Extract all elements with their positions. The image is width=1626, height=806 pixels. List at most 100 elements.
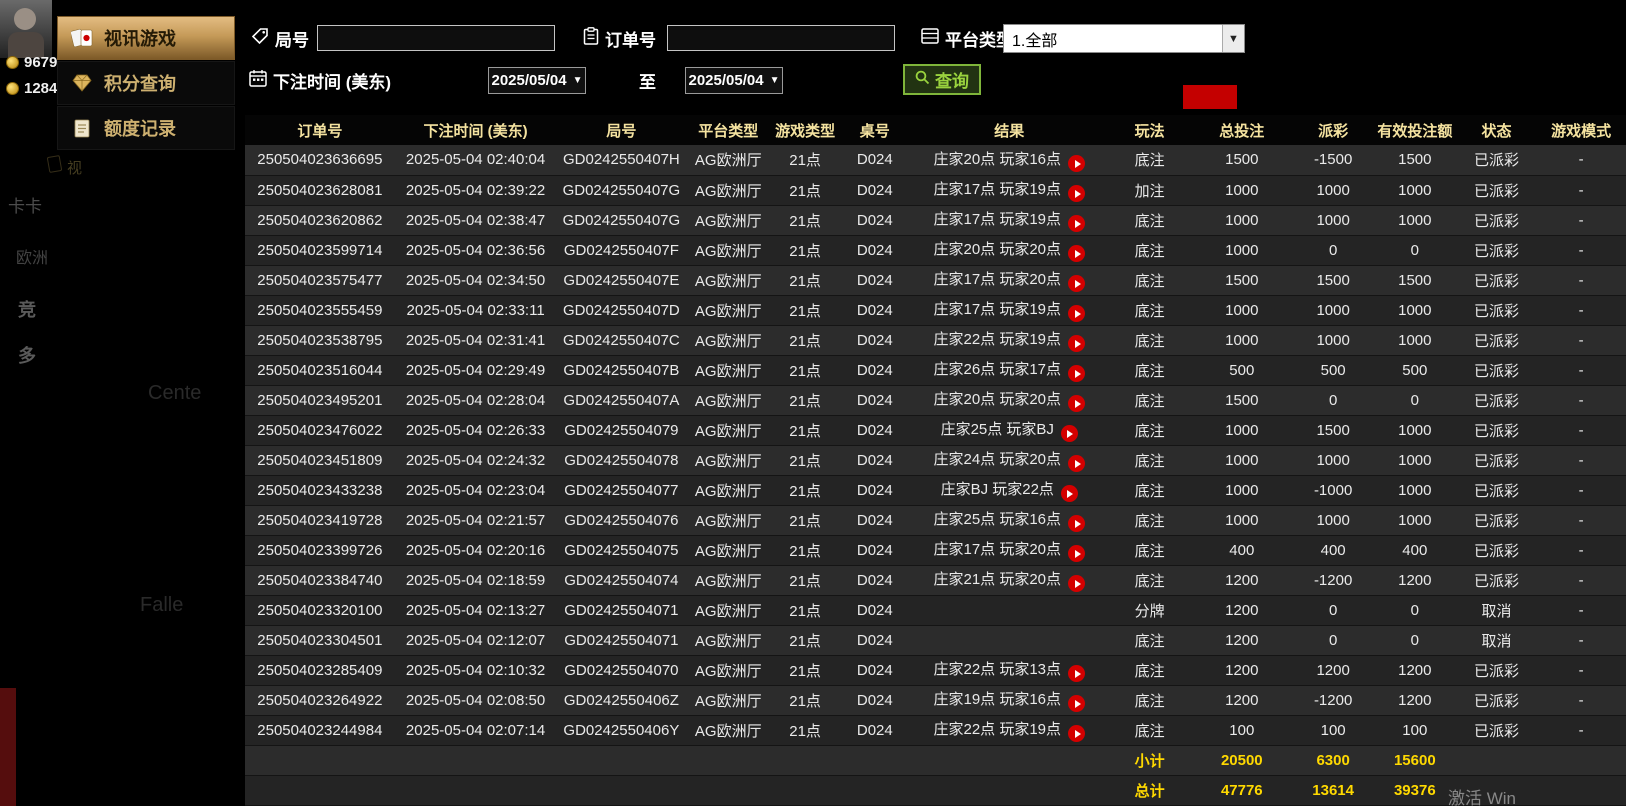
cell-bet-time: 2025-05-04 02:12:07 xyxy=(405,631,546,649)
cell-bet-time: 2025-05-04 02:26:33 xyxy=(405,421,546,439)
cell-order-no: 250504023304501 xyxy=(257,631,383,649)
cell-platform: AG欧洲厅 xyxy=(694,212,762,230)
result-text: 庄家26点 玩家17点 xyxy=(933,360,1062,378)
result-text: 庄家20点 玩家16点 xyxy=(933,150,1062,168)
date-from-picker[interactable]: 2025/05/04 ▼ xyxy=(488,67,586,94)
play-icon[interactable] xyxy=(1068,665,1086,683)
date-to-value: 2025/05/04 xyxy=(688,72,764,89)
play-icon[interactable] xyxy=(1068,245,1086,263)
cell-bet-time: 2025-05-04 02:28:04 xyxy=(405,391,546,409)
cell-total-bet: 1000 xyxy=(1225,301,1259,319)
cell-result: 庄家25点 玩家16点 xyxy=(910,505,1109,535)
play-icon[interactable] xyxy=(1068,545,1086,563)
cell-total-bet: 1000 xyxy=(1225,331,1259,349)
result-text: 庄家20点 玩家20点 xyxy=(933,240,1062,258)
cell-game-type: 21点 xyxy=(789,302,821,320)
cell-result: 庄家19点 玩家16点 xyxy=(910,685,1109,715)
cell-result: 庄家20点 玩家20点 xyxy=(910,235,1109,265)
play-icon[interactable] xyxy=(1068,365,1086,383)
play-icon[interactable] xyxy=(1068,395,1086,413)
cell-platform: AG欧洲厅 xyxy=(694,482,762,500)
cell-round-no: GD02425504071 xyxy=(564,631,679,649)
result-text: 庄家BJ 玩家22点 xyxy=(940,480,1054,498)
search-button[interactable]: 查询 xyxy=(903,64,981,95)
cell-round-no: GD02425504071 xyxy=(564,601,679,619)
cell-game-mode: - xyxy=(1578,571,1584,589)
cell-game-mode: - xyxy=(1578,181,1584,199)
play-icon[interactable] xyxy=(1060,425,1078,443)
cell-table-no: D024 xyxy=(856,331,893,349)
play-icon[interactable] xyxy=(1068,185,1086,203)
sidebar: 9679 1284 卡卡 欧洲 竞 多 视 Cente Falle 视讯游戏 积… xyxy=(0,0,235,806)
result-text: 庄家25点 玩家16点 xyxy=(933,510,1062,528)
cell-play-type: 底注 xyxy=(1134,512,1165,530)
avatar[interactable] xyxy=(0,0,52,58)
cell-round-no: GD02425504070 xyxy=(564,661,679,679)
cell-table-no: D024 xyxy=(856,481,893,499)
play-icon[interactable] xyxy=(1068,335,1086,353)
cell-round-no: GD0242550407G xyxy=(562,211,681,229)
cell-round-no: GD02425504074 xyxy=(564,571,679,589)
cell-game-mode: - xyxy=(1578,511,1584,529)
play-icon[interactable] xyxy=(1068,575,1086,593)
result-text: 庄家20点 玩家20点 xyxy=(933,390,1062,408)
cards-icon xyxy=(70,28,94,48)
cell-payout: 400 xyxy=(1320,541,1346,559)
play-icon[interactable] xyxy=(1060,485,1078,503)
cell-valid-bet: 1200 xyxy=(1398,691,1432,709)
cell-game-type: 21点 xyxy=(789,512,821,530)
red-indicator[interactable] xyxy=(1183,85,1237,109)
date-from-value: 2025/05/04 xyxy=(491,72,567,89)
search-button-label: 查询 xyxy=(935,72,969,91)
cell-status: 已派彩 xyxy=(1474,692,1520,710)
play-icon[interactable] xyxy=(1068,695,1086,713)
play-icon[interactable] xyxy=(1068,305,1086,323)
cell-payout: -1200 xyxy=(1313,571,1353,589)
play-icon[interactable] xyxy=(1068,515,1086,533)
cell-payout: 0 xyxy=(1328,391,1338,409)
platform-select[interactable]: 1.全部 ▼ xyxy=(1003,24,1245,53)
cell-platform: AG欧洲厅 xyxy=(694,632,762,650)
cell-valid-bet: 1000 xyxy=(1398,481,1432,499)
sidebar-item-points-query[interactable]: 积分查询 xyxy=(57,61,235,105)
cell-payout: 0 xyxy=(1328,241,1338,259)
cell-result: 庄家24点 玩家20点 xyxy=(910,445,1109,475)
cell-table-no: D024 xyxy=(856,541,893,559)
sidebar-item-quota-records[interactable]: 额度记录 xyxy=(57,106,235,150)
cell-order-no: 250504023620862 xyxy=(257,211,383,229)
cell-result xyxy=(910,625,1109,655)
cell-status: 已派彩 xyxy=(1474,722,1520,740)
cell-round-no: GD0242550407E xyxy=(563,271,680,289)
cell-game-mode: - xyxy=(1578,211,1584,229)
cell-game-mode: - xyxy=(1578,421,1584,439)
coin-icon xyxy=(6,56,19,69)
cell-result: 庄家25点 玩家BJ xyxy=(910,415,1109,445)
play-icon[interactable] xyxy=(1068,155,1086,172)
cell-platform: AG欧洲厅 xyxy=(694,242,762,260)
round-no-input[interactable] xyxy=(317,25,555,51)
subtotal-payout: 6300 xyxy=(1316,751,1350,769)
activate-watermark: 激活 Win xyxy=(1448,789,1516,806)
cell-result: 庄家BJ 玩家22点 xyxy=(910,475,1109,505)
cell-game-type: 21点 xyxy=(789,482,821,500)
play-icon[interactable] xyxy=(1068,725,1086,743)
cell-round-no: GD0242550406Z xyxy=(563,691,679,709)
cell-status: 已派彩 xyxy=(1474,452,1520,470)
balance-silver: 1284 xyxy=(6,80,57,97)
total-total-bet: 47776 xyxy=(1220,781,1263,799)
cell-status: 已派彩 xyxy=(1474,242,1520,260)
order-no-label: 订单号 xyxy=(605,31,656,50)
play-icon[interactable] xyxy=(1068,455,1086,473)
play-icon[interactable] xyxy=(1068,215,1086,233)
order-no-input[interactable] xyxy=(667,25,895,51)
sidebar-item-label: 额度记录 xyxy=(104,119,176,139)
date-to-picker[interactable]: 2025/05/04 ▼ xyxy=(685,67,783,94)
sidebar-item-video-games[interactable]: 视讯游戏 xyxy=(57,16,235,60)
cell-result: 庄家17点 玩家20点 xyxy=(910,535,1109,565)
play-icon[interactable] xyxy=(1068,275,1086,293)
cell-total-bet: 1000 xyxy=(1225,511,1259,529)
col-play-type: 玩法 xyxy=(1108,115,1191,145)
table-row: 250504023575477 2025-05-04 02:34:50 GD02… xyxy=(245,265,1626,295)
cell-status: 已派彩 xyxy=(1474,392,1520,410)
cell-round-no: GD0242550407A xyxy=(563,391,680,409)
